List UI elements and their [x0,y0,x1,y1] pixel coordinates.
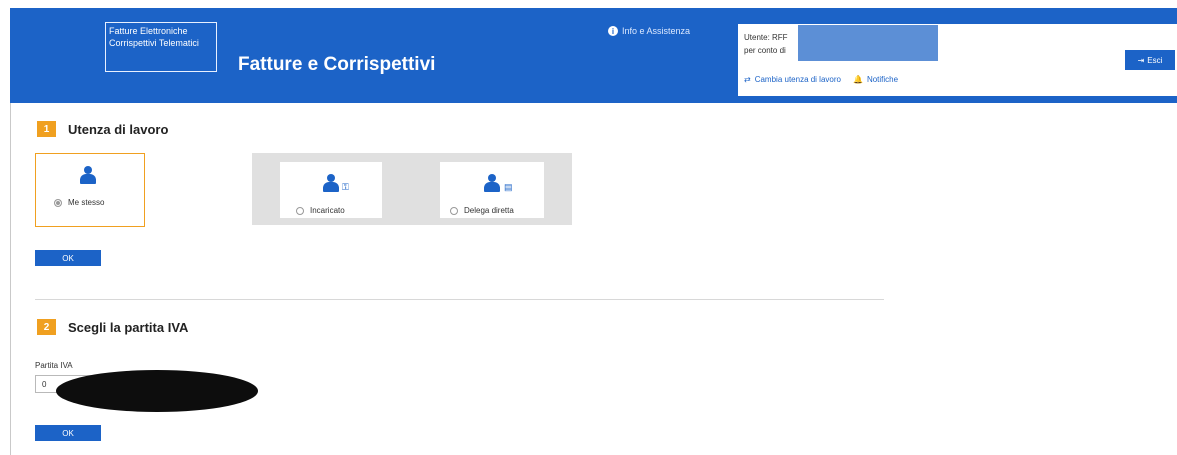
user-label: Utente: RFF [744,33,788,42]
esci-label: Esci [1147,55,1163,65]
redacted-partita-iva [56,370,258,412]
notifiche-label: Notifiche [866,75,899,84]
logo-line-fatture: Fatture Elettroniche [109,26,188,36]
per-conto-label: per conto di [744,46,786,55]
cambia-utenza-label: Cambia utenza di lavoro [754,75,841,84]
cambia-utenza-link[interactable]: ⇄ Cambia utenza di lavoro [744,75,841,84]
person-icon [80,166,96,184]
ok-button-step-2[interactable]: OK [35,425,101,441]
logo: Fatture Elettroniche Corrispettivi Telem… [105,22,217,72]
info-assistenza-link[interactable]: i Info e Assistenza [608,26,690,36]
step-1-header: 1 Utenza di lavoro [37,121,168,137]
option-incaricato[interactable]: ⚿ Incaricato [280,162,382,218]
radio-incaricato[interactable] [296,206,304,215]
ok-button-step-1[interactable]: OK [35,250,101,266]
notifiche-link[interactable]: 🔔 Notifiche [853,75,898,84]
swap-icon: ⇄ [744,75,751,84]
redacted-user-name [798,25,938,61]
radio-delega-diretta[interactable] [450,206,458,215]
incaricato-label: Incaricato [310,206,345,215]
app-title: Fatture e Corrispettivi [238,54,436,75]
esci-button[interactable]: ⇥ Esci [1125,50,1175,70]
user-panel: Utente: RFF per conto di ⇄ Cambia utenza… [738,24,1177,96]
delega-diretta-label: Delega diretta [464,206,514,215]
app-header: Fatture Elettroniche Corrispettivi Telem… [10,8,1177,103]
option-me-stesso[interactable]: Me stesso [35,153,145,227]
option-delega-diretta[interactable]: ▤ Delega diretta [440,162,544,218]
step-1-title: Utenza di lavoro [68,121,169,137]
section-divider [35,299,884,300]
logout-icon: ⇥ [1137,55,1145,65]
partita-iva-value: 0 [42,380,47,389]
main-content: 1 Utenza di lavoro Me stesso ⚿ Incaricat… [10,103,1177,455]
partita-iva-label: Partita IVA [35,361,73,370]
info-assistenza-label: Info e Assistenza [622,26,691,36]
bell-icon: 🔔 [852,75,863,84]
step-2-header: 2 Scegli la partita IVA [37,319,188,335]
delegation-options: ⚿ Incaricato ▤ Delega diretta [252,153,572,225]
document-icon: ▤ [504,182,513,192]
logo-line-corrispettivi: Corrispettivi Telematici [109,38,199,48]
step-2-number: 2 [37,319,56,335]
person-document-icon [484,174,500,192]
person-key-icon [323,174,339,192]
key-icon: ⚿ [342,182,349,192]
radio-me-stesso[interactable] [54,198,62,207]
info-icon: i [608,26,618,36]
step-1-number: 1 [37,121,56,137]
step-2-title: Scegli la partita IVA [68,319,189,335]
me-stesso-label: Me stesso [68,198,105,207]
